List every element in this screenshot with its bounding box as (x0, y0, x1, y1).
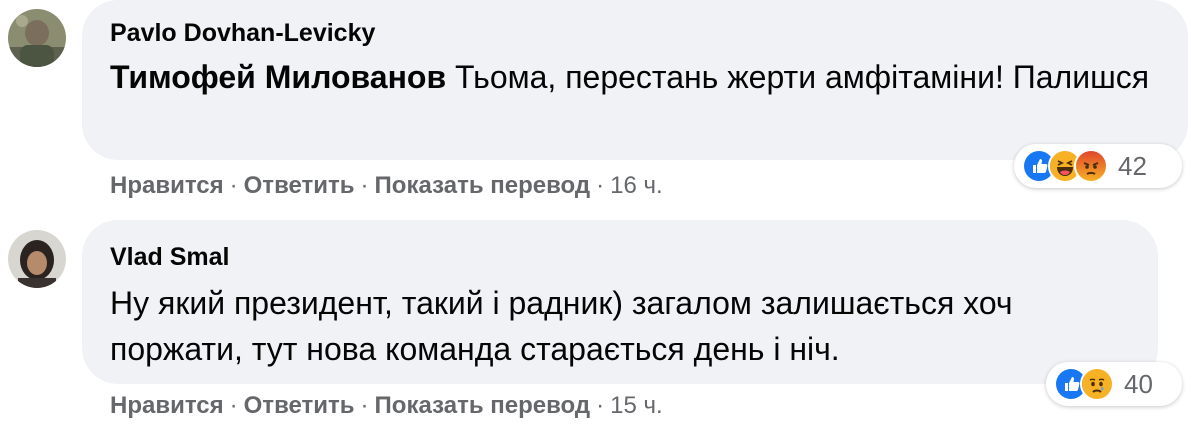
separator: · (596, 172, 605, 199)
comment-text: Тимофей Милованов Тьома, перестань жерти… (110, 54, 1162, 100)
comment-body: Ну який президент, такий і радник) загал… (110, 285, 1013, 367)
translate-button[interactable]: Показать перевод (375, 392, 591, 419)
avatar[interactable] (8, 230, 66, 288)
reactions-summary[interactable]: 42 (1014, 144, 1182, 188)
comment-body: Тьома, перестань жерти амфітаміни! Палиш… (446, 59, 1150, 95)
comment-author[interactable]: Vlad Smal (110, 242, 1132, 272)
avatar-image (8, 9, 66, 67)
separator: · (229, 172, 238, 199)
comment-actions: Нравится · Ответить · Показать перевод · 16 ч. (110, 172, 663, 200)
comment-bubble: Pavlo Dovhan-Levicky Тимофей Милованов Т… (82, 0, 1188, 160)
sad-icon (1080, 367, 1114, 401)
separator: · (596, 392, 605, 419)
reaction-count: 42 (1118, 150, 1147, 181)
like-button[interactable]: Нравится (110, 392, 224, 419)
timestamp[interactable]: 16 ч. (610, 172, 663, 199)
avatar[interactable] (8, 9, 66, 67)
reaction-count: 40 (1124, 368, 1153, 399)
avatar-image (8, 230, 66, 288)
separator: · (229, 392, 238, 419)
comment: Vlad Smal Ну який президент, такий і рад… (0, 216, 1200, 427)
like-button[interactable]: Нравится (110, 172, 224, 199)
timestamp[interactable]: 15 ч. (610, 392, 663, 419)
comment-actions: Нравится · Ответить · Показать перевод · 15 ч. (110, 392, 663, 420)
comment-bubble: Vlad Smal Ну який президент, такий і рад… (82, 220, 1158, 384)
translate-button[interactable]: Показать перевод (375, 172, 591, 199)
separator: · (360, 392, 369, 419)
reply-button[interactable]: Ответить (244, 392, 355, 419)
reactions-summary[interactable]: 40 (1046, 362, 1182, 406)
reply-button[interactable]: Ответить (244, 172, 355, 199)
angry-icon (1074, 149, 1108, 183)
comment-author[interactable]: Pavlo Dovhan-Levicky (110, 18, 1162, 48)
mentioned-user[interactable]: Тимофей Милованов (110, 59, 446, 95)
separator: · (360, 172, 369, 199)
comment: Pavlo Dovhan-Levicky Тимофей Милованов Т… (0, 0, 1200, 212)
